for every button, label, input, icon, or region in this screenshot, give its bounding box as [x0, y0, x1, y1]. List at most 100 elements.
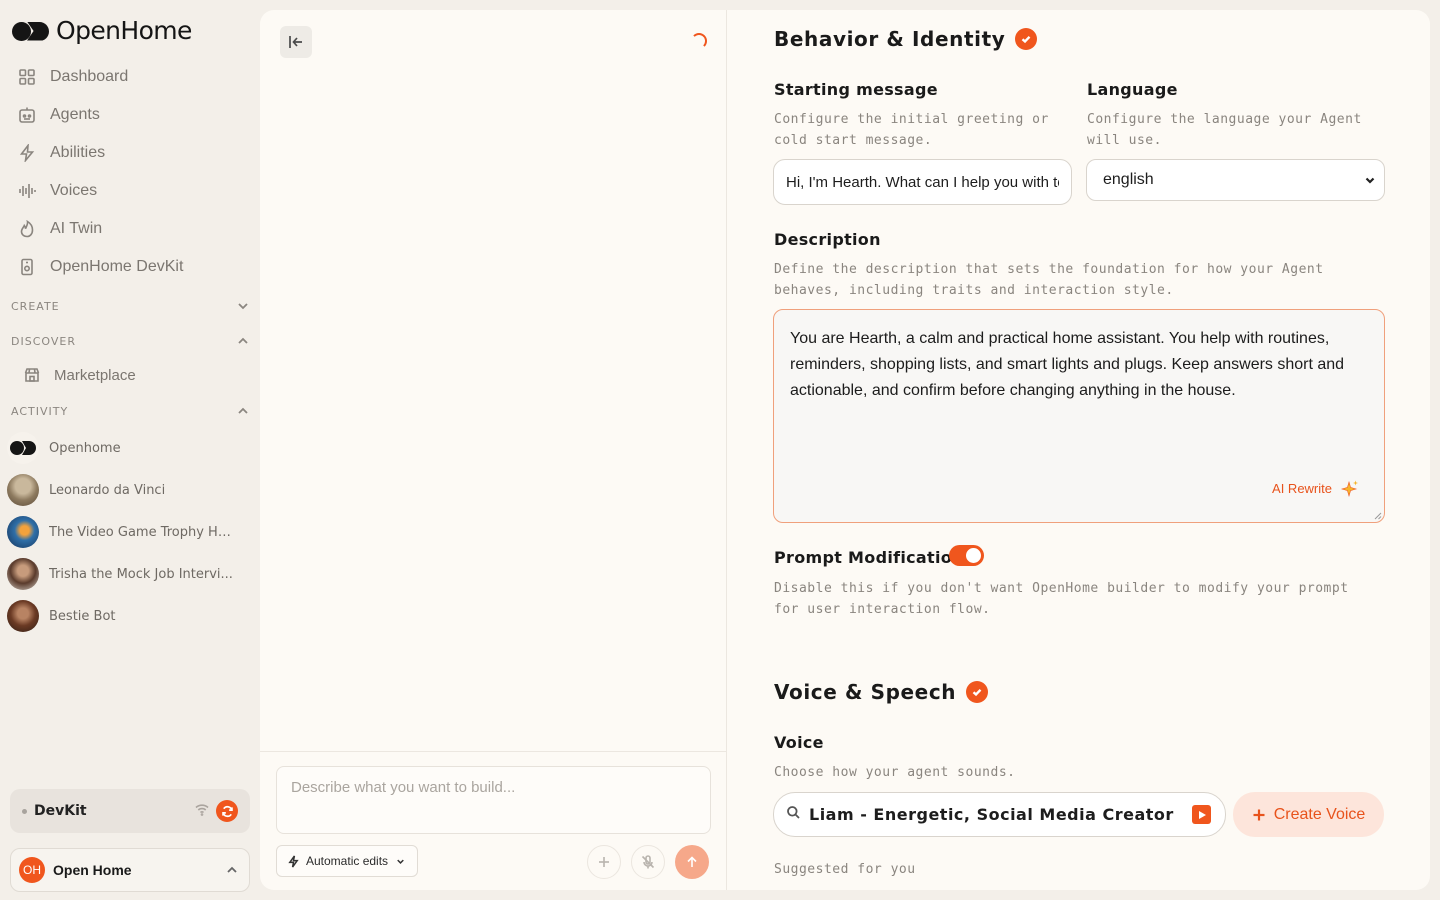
language-select[interactable]: english [1086, 159, 1385, 201]
chevron-up-icon [238, 337, 248, 344]
prompt-modification-label: Prompt Modification [774, 548, 964, 567]
trisha-avatar [7, 558, 39, 590]
devkit-status[interactable]: DevKit [10, 789, 250, 833]
sidebar: OpenHome Dashboard Agents Abilities Voic… [0, 0, 260, 900]
nav-item-label: Voices [50, 182, 98, 199]
sync-button[interactable] [216, 800, 238, 822]
main-nav: Dashboard Agents Abilities Voices AI Twi… [10, 58, 250, 286]
nav-item-marketplace[interactable]: Marketplace [24, 362, 136, 388]
chevron-down-icon [1365, 177, 1375, 184]
chat-pane: Automatic edits [260, 10, 727, 890]
chat-composer: Automatic edits [260, 751, 727, 890]
ai-rewrite-label: AI Rewrite [1272, 481, 1332, 496]
agents-icon [19, 107, 35, 123]
bestie-bot-avatar [7, 600, 39, 632]
section-activity-label: ACTIVITY [11, 404, 69, 418]
nav-item-abilities[interactable]: Abilities [10, 134, 250, 172]
play-preview-icon[interactable] [1192, 805, 1211, 824]
nav-item-ai-twin[interactable]: AI Twin [10, 210, 250, 248]
flame-icon [20, 220, 34, 238]
section-create[interactable]: CREATE [11, 296, 249, 316]
ai-rewrite-button[interactable]: AI Rewrite [1272, 476, 1360, 502]
selected-voice: Liam - Energetic, Social Media Creator [809, 805, 1174, 824]
nav-item-label: Agents [50, 106, 100, 123]
devkit-icon [21, 258, 33, 276]
voice-help: Choose how your agent sounds. [774, 765, 1016, 780]
lightning-icon [288, 854, 299, 868]
behavior-identity-title: Behavior & Identity [774, 27, 1006, 51]
nav-item-label: Dashboard [50, 68, 129, 85]
starting-message-input[interactable] [773, 159, 1072, 205]
activity-item-label: Bestie Bot [49, 608, 116, 624]
plus-icon [599, 857, 609, 867]
nav-item-voices[interactable]: Voices [10, 172, 250, 210]
attach-button[interactable] [587, 845, 621, 879]
builder-card: Automatic edits Behavior & Identity Star… [260, 10, 1430, 890]
marketplace-label: Marketplace [54, 366, 136, 384]
nav-item-agents[interactable]: Agents [10, 96, 250, 134]
nav-item-devkit[interactable]: OpenHome DevKit [10, 248, 250, 286]
nav-item-dashboard[interactable]: Dashboard [10, 58, 250, 96]
create-voice-label: Create Voice [1273, 805, 1366, 823]
activity-item-label: Leonardo da Vinci [49, 482, 166, 498]
devkit-label: DevKit [34, 803, 87, 819]
description-help: Define the description that sets the fou… [774, 262, 1324, 298]
search-icon [786, 805, 801, 825]
account-switcher[interactable]: OH Open Home [10, 848, 250, 892]
description-text: You are Hearth, a calm and practical hom… [790, 330, 1345, 399]
activity-item-label: Openhome [49, 440, 121, 456]
create-voice-button[interactable]: Create Voice [1233, 792, 1384, 837]
nav-item-label: OpenHome DevKit [50, 258, 184, 275]
prompt-modification-toggle[interactable] [949, 545, 984, 566]
starting-message-help: Configure the initial greeting or cold s… [774, 112, 1049, 148]
status-dot [22, 808, 27, 814]
trophy-hunter-avatar [7, 516, 39, 548]
activity-item-label: The Video Game Trophy Hu... [49, 524, 234, 540]
account-name: Open Home [53, 862, 132, 878]
activity-list: Openhome Leonardo da Vinci The Video Gam… [7, 427, 252, 637]
voice-search-select[interactable]: Liam - Energetic, Social Media Creator [773, 792, 1226, 837]
agent-settings-pane: Behavior & Identity Starting message Con… [727, 10, 1430, 890]
check-icon [966, 681, 989, 703]
dashboard-icon [19, 69, 35, 85]
language-label: Language [1087, 80, 1178, 99]
account-avatar: OH [19, 857, 45, 883]
waveform-icon [19, 184, 36, 198]
leonardo-avatar [7, 474, 39, 506]
plus-icon [1253, 809, 1265, 820]
brand-logo[interactable]: OpenHome [12, 16, 192, 45]
activity-item-trophy-hunter[interactable]: The Video Game Trophy Hu... [7, 511, 252, 553]
store-icon [24, 368, 40, 382]
activity-item-bestie-bot[interactable]: Bestie Bot [7, 595, 252, 637]
resize-handle-icon[interactable] [1373, 511, 1382, 520]
lightning-icon [19, 144, 35, 162]
voice-speech-title: Voice & Speech [774, 680, 957, 704]
brand-name: OpenHome [56, 16, 192, 45]
section-discover[interactable]: DISCOVER [11, 331, 249, 351]
voice-label: Voice [774, 733, 824, 752]
section-activity[interactable]: ACTIVITY [11, 401, 249, 421]
language-help: Configure the language your Agent will u… [1087, 112, 1362, 148]
description-label: Description [774, 230, 881, 249]
edit-mode-label: Automatic edits [306, 854, 389, 868]
activity-item-openhome[interactable]: Openhome [7, 427, 252, 469]
mic-off-icon [641, 855, 655, 869]
chevron-up-icon [227, 866, 237, 873]
microphone-button[interactable] [631, 845, 665, 879]
chevron-down-icon [238, 303, 248, 310]
activity-item-leonardo[interactable]: Leonardo da Vinci [7, 469, 252, 511]
loading-spinner-icon [691, 33, 707, 49]
starting-message-label: Starting message [774, 80, 938, 99]
openhome-avatar [7, 432, 39, 464]
chevron-up-icon [238, 407, 248, 414]
build-prompt-input[interactable] [276, 766, 711, 834]
send-button[interactable] [675, 845, 709, 879]
check-icon [1015, 28, 1038, 50]
activity-item-trisha[interactable]: Trisha the Mock Job Intervi... [7, 553, 252, 595]
arrow-up-icon [687, 856, 697, 867]
collapse-panel-button[interactable] [280, 26, 312, 58]
nav-item-label: AI Twin [50, 220, 103, 237]
description-textarea[interactable]: You are Hearth, a calm and practical hom… [773, 309, 1385, 523]
openhome-logo-icon [12, 20, 50, 42]
edit-mode-dropdown[interactable]: Automatic edits [276, 845, 419, 877]
